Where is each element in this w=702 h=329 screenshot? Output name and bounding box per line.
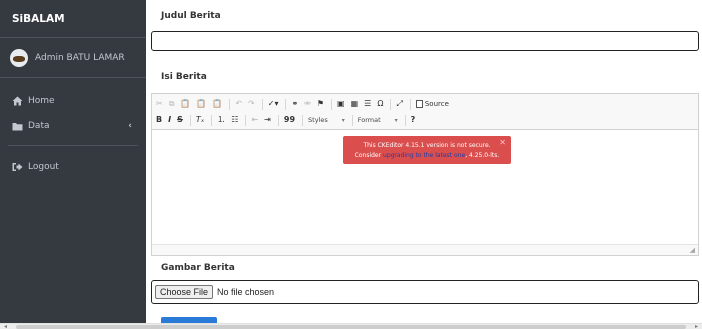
blockquote-icon[interactable]: 99 (284, 112, 295, 128)
sign-out-icon (12, 162, 25, 172)
horizontal-scrollbar[interactable]: ◂ ▸ (0, 323, 702, 329)
outdent-icon[interactable]: ⇤ (251, 112, 258, 128)
scrollbar-thumb[interactable] (16, 325, 686, 329)
spellcheck-icon[interactable]: ✓▾ (268, 96, 279, 112)
maximize-icon[interactable]: ⤢ (396, 96, 402, 112)
paste-word-icon[interactable]: 📋 (212, 96, 222, 112)
dropdown-arrow-icon: ▾ (341, 116, 345, 124)
editor-content-area[interactable]: This CKEditor 4.15.1 version is not secu… (152, 130, 698, 244)
image-label: Gambar Berita (161, 263, 235, 273)
toolbar-separator (351, 114, 353, 126)
upgrade-link[interactable]: upgrading to the latest one (383, 152, 465, 159)
dropdown-arrow-icon: ▾ (394, 116, 398, 124)
sidebar-item-label: Data (28, 121, 50, 131)
body-label: Isi Berita (161, 72, 207, 82)
avatar (10, 48, 28, 67)
remove-format-icon[interactable]: Tₓ (196, 112, 204, 128)
paste-text-icon[interactable]: 📋 (196, 96, 206, 112)
special-char-icon[interactable]: Ω (377, 96, 383, 112)
main-content: Judul Berita Isi Berita ✂ ⧉ 📋 📋 📋 ↶ ↷ ✓▾… (146, 0, 702, 329)
format-dropdown[interactable]: Format ▾ (358, 116, 398, 124)
scroll-left-icon[interactable]: ◂ (4, 323, 7, 329)
toolbar-separator (302, 114, 304, 126)
unlink-icon[interactable]: ⚮ (304, 96, 311, 112)
toolbar-separator (229, 98, 231, 110)
scroll-right-icon[interactable]: ▸ (695, 323, 698, 329)
source-icon (415, 100, 423, 108)
sidebar-item-label: Home (28, 96, 55, 106)
notice-version: , 4.25.0-lts. (465, 152, 500, 159)
horizontal-line-icon[interactable]: ☰ (364, 96, 371, 112)
indent-icon[interactable]: ⇥ (264, 112, 271, 128)
image-icon[interactable]: ▣ (337, 96, 345, 112)
editor-toolbar: ✂ ⧉ 📋 📋 📋 ↶ ↷ ✓▾ ⚭ ⚮ ⚑ ▣ ▦ ☰ Ω ⤢ Source … (152, 94, 698, 130)
close-icon[interactable]: ✕ (499, 138, 506, 148)
user-name: Admin BATU LAMAR (35, 52, 125, 63)
sidebar-divider (8, 145, 138, 146)
toolbar-separator (245, 114, 247, 126)
undo-icon[interactable]: ↶ (235, 96, 242, 112)
help-icon[interactable]: ? (411, 112, 416, 128)
link-icon[interactable]: ⚭ (291, 96, 298, 112)
table-icon[interactable]: ▦ (351, 96, 359, 112)
editor-statusbar: ◢ (152, 244, 698, 255)
choose-file-button[interactable]: Choose File (155, 285, 214, 299)
sidebar-nav: Home Data ‹ Logout (0, 78, 146, 178)
sidebar: SiBALAM Admin BATU LAMAR Home Data ‹ Log… (0, 0, 146, 329)
italic-icon[interactable]: I (168, 112, 171, 128)
security-notice: This CKEditor 4.15.1 version is not secu… (343, 136, 511, 164)
sidebar-item-label: Logout (28, 162, 59, 172)
format-label: Format (357, 116, 381, 124)
rich-text-editor[interactable]: ✂ ⧉ 📋 📋 📋 ↶ ↷ ✓▾ ⚭ ⚮ ⚑ ▣ ▦ ☰ Ω ⤢ Source … (151, 93, 699, 256)
cut-icon[interactable]: ✂ (156, 96, 163, 112)
toolbar-separator (211, 114, 213, 126)
notice-line-1: This CKEditor 4.15.1 version is not secu… (363, 142, 491, 149)
styles-label: Styles (308, 116, 328, 124)
numbered-list-icon[interactable]: ⒈ (217, 112, 225, 128)
bulleted-list-icon[interactable]: ☷ (231, 112, 238, 128)
folder-icon (12, 122, 25, 131)
file-input[interactable]: Choose File No file chosen (151, 280, 699, 304)
title-label: Judul Berita (161, 11, 221, 21)
notice-line-2: Consider upgrading to the latest one, 4.… (343, 151, 511, 161)
anchor-icon[interactable]: ⚑ (317, 96, 324, 112)
source-button[interactable]: Source (415, 100, 449, 108)
file-status: No file chosen (217, 287, 275, 297)
toolbar-separator (331, 98, 333, 110)
source-label: Source (424, 100, 449, 108)
strikethrough-icon[interactable]: S (177, 112, 183, 128)
toolbar-separator (285, 98, 287, 110)
sidebar-item-data[interactable]: Data ‹ (0, 115, 146, 137)
title-input[interactable] (151, 31, 699, 51)
home-icon (12, 96, 25, 106)
toolbar-separator (404, 114, 406, 126)
resize-handle-icon[interactable]: ◢ (690, 246, 695, 254)
toolbar-separator (277, 114, 279, 126)
brand-title[interactable]: SiBALAM (0, 0, 146, 38)
toolbar-separator (261, 98, 263, 110)
sidebar-item-home[interactable]: Home (0, 90, 146, 112)
styles-dropdown[interactable]: Styles ▾ (308, 116, 345, 124)
chevron-left-icon: ‹ (128, 121, 132, 131)
redo-icon[interactable]: ↷ (248, 96, 255, 112)
toolbar-separator (189, 114, 191, 126)
user-panel[interactable]: Admin BATU LAMAR (0, 38, 146, 78)
copy-icon[interactable]: ⧉ (169, 96, 175, 112)
toolbar-separator (390, 98, 392, 110)
sidebar-item-logout[interactable]: Logout (0, 156, 146, 178)
toolbar-separator (409, 98, 411, 110)
notice-text: Consider (354, 152, 382, 159)
bold-icon[interactable]: B (156, 112, 162, 128)
paste-icon[interactable]: 📋 (180, 96, 190, 112)
